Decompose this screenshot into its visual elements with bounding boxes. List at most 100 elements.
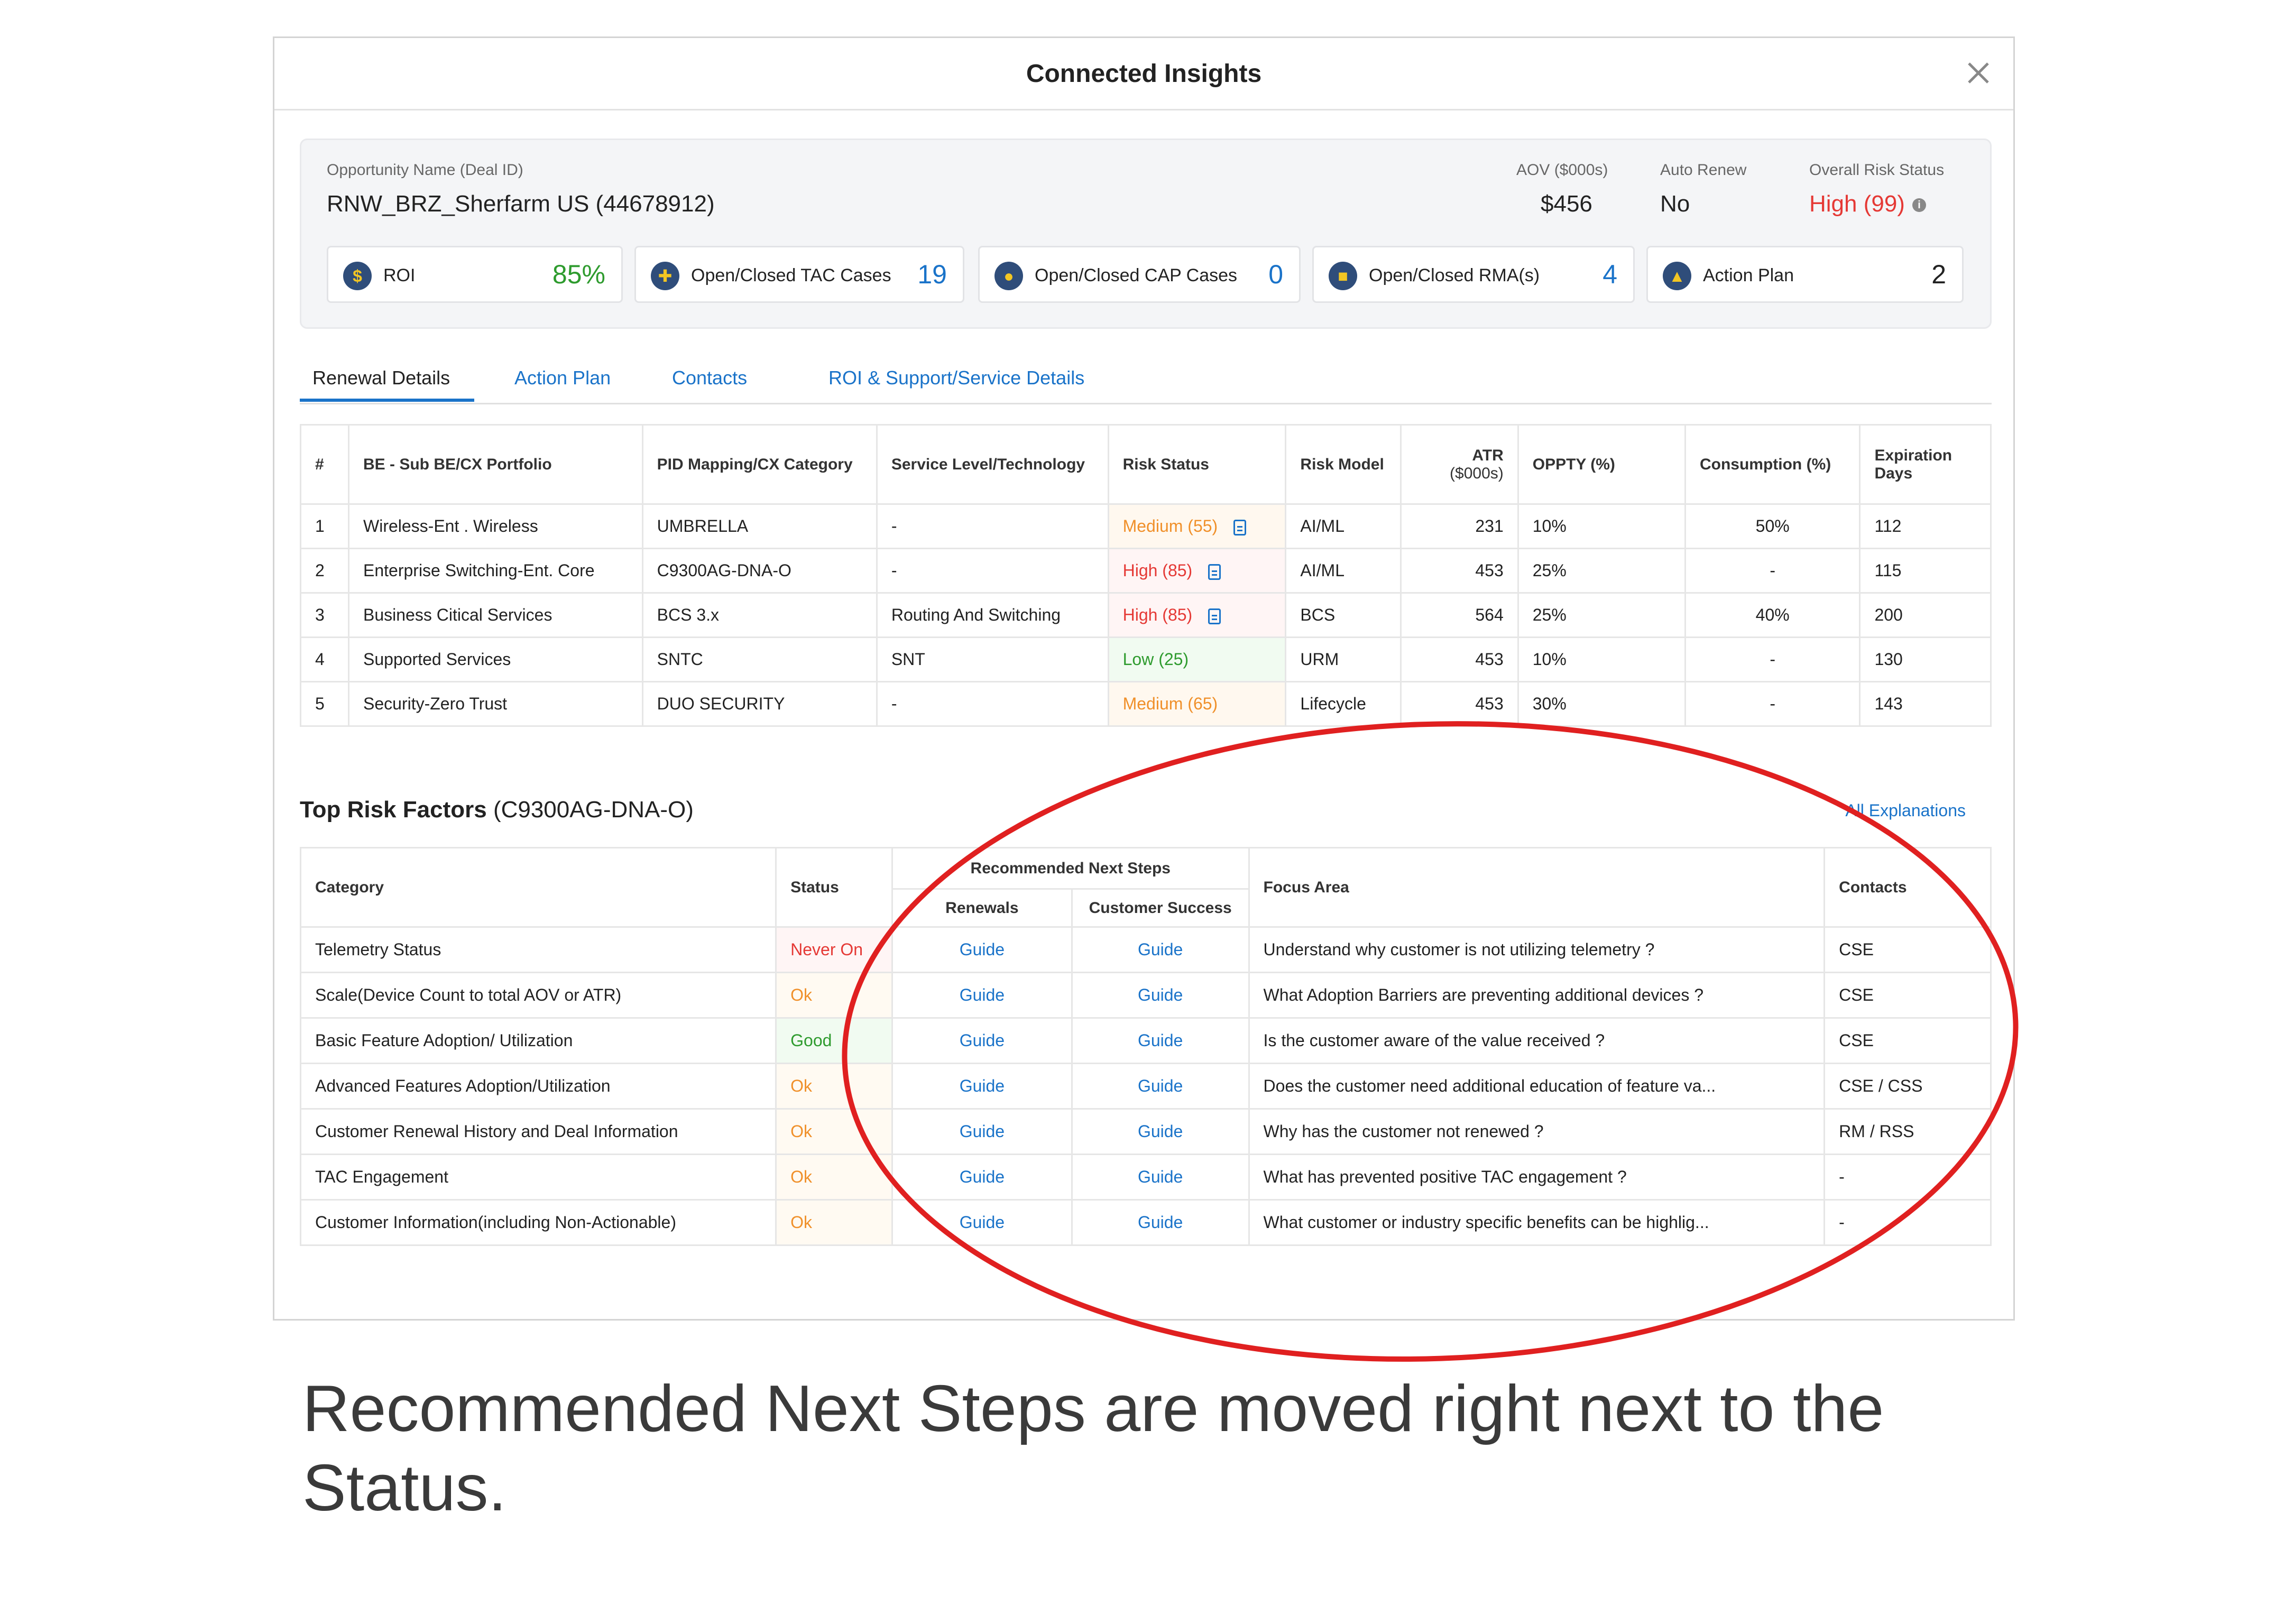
renewal-table-body: 1 Wireless-Ent . Wireless UMBRELLA - Medium … [300,503,1992,727]
modal-header: Connected Insights [274,38,2013,110]
renewals-guide-link[interactable]: Guide [891,1154,1073,1201]
close-icon[interactable] [1964,58,1993,88]
col-header-next-steps: Recommended Next Steps [891,847,1250,890]
status-cell: Ok [775,1063,893,1110]
contacts-cell: CSE [1823,972,1992,1019]
box-icon: ■ [1329,262,1357,290]
aov-value: $456 [1541,191,1592,217]
col-header-customer-success: Customer Success [1071,888,1250,928]
metric-card-tac-cases[interactable]: ✚ Open/Closed TAC Cases 19 [634,246,964,303]
risk-status-label: Overall Risk Status [1809,161,1945,179]
tab-contacts[interactable]: Contacts [672,367,747,389]
metric-card-action-plan[interactable]: ▲ Action Plan 2 [1646,246,1964,303]
risk-status-cell: Low (25) [1107,636,1287,682]
all-explanations-link[interactable]: All Explanations [1845,801,1966,820]
note-icon[interactable] [1233,519,1247,536]
risk-table-body: Telemetry Status Never On Guide Guide Unders… [299,926,1992,1246]
oppty-cell: 10% [1517,636,1686,682]
oppty-cell: 25% [1517,592,1686,638]
customer-success-guide-link[interactable]: Guide [1071,1108,1250,1155]
risk-model-cell: AI/ML [1285,548,1402,594]
status-cell: Never On [775,926,893,973]
category-cell: Customer Information(including Non-Actio… [299,1199,777,1246]
metric-card-rma[interactable]: ■ Open/Closed RMA(s) 4 [1312,246,1635,303]
customer-success-guide-link[interactable]: Guide [1071,1154,1250,1201]
note-icon[interactable] [1208,608,1221,624]
table-row: Customer Renewal History and Deal Inform… [299,1108,1992,1155]
row-index: 5 [300,681,349,727]
tab-roi-support[interactable]: ROI & Support/Service Details [828,367,1084,389]
category-cell: Telemetry Status [299,926,777,973]
tab-bar: Renewal Details Action Plan Contacts ROI… [300,361,1992,404]
row-index: 1 [300,503,349,549]
deal-summary-panel: Opportunity Name (Deal ID) RNW_BRZ_Sherf… [300,139,1992,329]
customer-success-guide-link[interactable]: Guide [1071,1199,1250,1246]
metric-value: 2 [1931,260,1946,289]
metric-label: Open/Closed TAC Cases [691,265,891,285]
atr-cell: 453 [1400,548,1519,594]
status-cell: Ok [775,1108,893,1155]
metric-value: 19 [917,260,947,289]
risk-status-value: High (99) [1809,191,1905,217]
risk-status-text: Medium (55) [1122,516,1218,536]
info-icon[interactable]: i [1912,198,1926,213]
service-cell: - [876,503,1109,549]
category-cell: Scale(Device Count to total AOV or ATR) [299,972,777,1019]
table-row: Basic Feature Adoption/ Utilization Good G… [299,1017,1992,1064]
section-title-text: Top Risk Factors [300,797,487,823]
risk-status-text: High (85) [1122,561,1193,580]
status-cell: Ok [775,972,893,1019]
col-header-expiration: Expiration Days [1859,424,1992,505]
table-row: 3 Business Citical Services BCS 3.x Routing… [300,592,1992,638]
renewals-guide-link[interactable]: Guide [891,972,1073,1019]
status-cell: Ok [775,1154,893,1201]
renewal-details-table: # BE - Sub BE/CX Portfolio PID Mapping/C… [300,424,1992,727]
col-header-status: Status [775,847,893,928]
renewals-guide-link[interactable]: Guide [891,1017,1073,1064]
category-cell: Basic Feature Adoption/ Utilization [299,1017,777,1064]
customer-success-guide-link[interactable]: Guide [1071,1017,1250,1064]
col-header-pid: PID Mapping/CX Category [641,424,878,505]
risk-header-row-1: Category Status Recommended Next Steps F… [299,847,1992,928]
consumption-cell: - [1684,548,1861,594]
risk-status-text: High (85) [1122,605,1193,624]
table-row: 2 Enterprise Switching-Ent. Core C9300AG-D… [300,548,1992,594]
col-header-portfolio: BE - Sub BE/CX Portfolio [348,424,643,505]
renewals-guide-link[interactable]: Guide [891,1199,1073,1246]
dollar-icon: $ [343,262,372,290]
section-title-pid: (C9300AG-DNA-O) [493,797,694,823]
metric-value: 0 [1268,260,1283,289]
table-row: Scale(Device Count to total AOV or ATR) O… [299,972,1992,1019]
tools-icon: ✚ [651,262,679,290]
metric-value: 4 [1603,260,1617,289]
atr-unit: ($000s) [1450,464,1504,482]
contacts-cell: CSE [1823,926,1992,973]
col-header-renewals: Renewals [891,888,1073,928]
expiration-unit: Days [1874,464,1913,482]
renewals-guide-link[interactable]: Guide [891,926,1073,973]
customer-success-guide-link[interactable]: Guide [1071,972,1250,1019]
col-header-service: Service Level/Technology [876,424,1109,505]
tab-action-plan[interactable]: Action Plan [514,367,611,389]
renewals-guide-link[interactable]: Guide [891,1063,1073,1110]
metric-card-roi[interactable]: $ ROI 85% [327,246,623,303]
focus-area-cell: What customer or industry specific benef… [1248,1199,1826,1246]
contacts-cell: RM / RSS [1823,1108,1992,1155]
portfolio-cell: Supported Services [348,636,643,682]
customer-success-guide-link[interactable]: Guide [1071,926,1250,973]
metric-label: ROI [383,265,416,285]
renewals-guide-link[interactable]: Guide [891,1108,1073,1155]
note-icon[interactable] [1208,564,1221,580]
col-header-consumption: Consumption (%) [1684,424,1861,505]
caption-text: Recommended Next Steps are moved right n… [302,1372,1884,1525]
metric-value: 85% [552,260,605,289]
tab-renewal-details[interactable]: Renewal Details [312,367,450,389]
customer-success-guide-link[interactable]: Guide [1071,1063,1250,1110]
service-cell: Routing And Switching [876,592,1109,638]
opportunity-value: RNW_BRZ_Sherfarm US (44678912) [327,191,715,217]
metric-card-cap-cases[interactable]: ● Open/Closed CAP Cases 0 [978,246,1301,303]
metric-label: Open/Closed CAP Cases [1035,265,1238,285]
col-header-category: Category [299,847,777,928]
risk-status-cell: Medium (55) [1107,503,1287,549]
risk-status-cell: High (85) [1107,592,1287,638]
